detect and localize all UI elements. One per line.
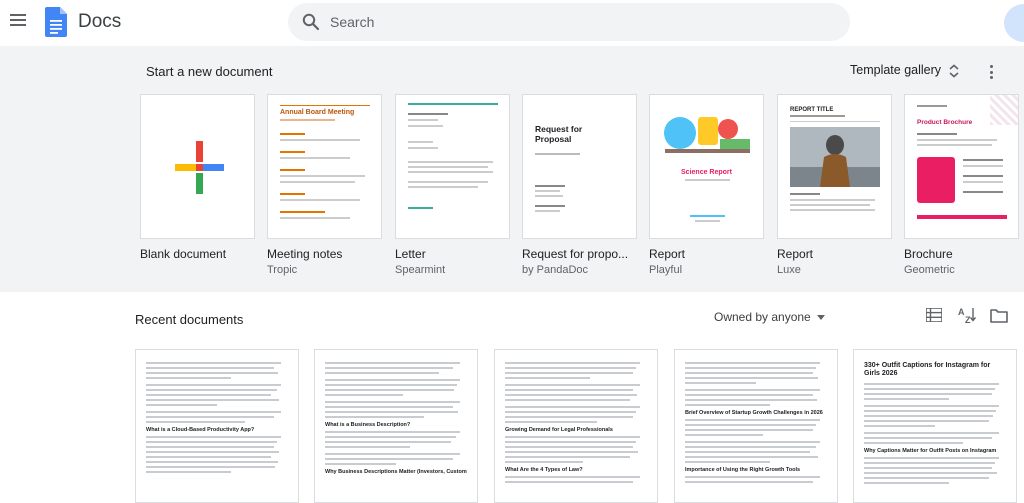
- template-subtitle: Playful: [649, 264, 683, 276]
- document-preview: What is a Business Description? Why Busi…: [315, 350, 477, 475]
- sort-az-icon[interactable]: A Z: [958, 306, 976, 324]
- main-menu-button[interactable]: [10, 13, 28, 29]
- recent-documents-heading: Recent documents: [135, 312, 244, 327]
- template-subtitle: Tropic: [267, 264, 298, 276]
- template-subtitle: Spearmint: [395, 264, 446, 276]
- recent-document-card[interactable]: Growing Demand for Legal Professionals W…: [494, 349, 658, 503]
- template-thumbnail: Science Report: [649, 94, 764, 239]
- thumbnail-heading: Annual Board Meeting: [280, 109, 355, 116]
- document-preview: Growing Demand for Legal Professionals W…: [495, 350, 657, 483]
- recent-document-card[interactable]: 330+ Outfit Captions for Instagram for G…: [853, 349, 1017, 503]
- docs-logo-icon[interactable]: [45, 7, 67, 37]
- search-bar[interactable]: [288, 3, 850, 41]
- list-view-icon[interactable]: [926, 308, 942, 322]
- search-input[interactable]: [330, 3, 830, 41]
- template-name: Letter: [395, 247, 426, 261]
- document-heading: Why Captions Matter for Outfit Posts on …: [864, 447, 997, 454]
- recent-document-card[interactable]: Brief Overview of Startup Growth Challen…: [674, 349, 838, 503]
- document-preview: What is a Cloud-Based Productivity App?: [136, 350, 298, 473]
- template-name: Brochure: [904, 247, 953, 261]
- template-thumbnail: [140, 94, 255, 239]
- document-heading: Brief Overview of Startup Growth Challen…: [685, 410, 823, 416]
- template-report-playful[interactable]: Science Report Report Playful: [649, 94, 764, 276]
- caret-down-icon: [816, 315, 825, 321]
- template-meeting-notes[interactable]: Annual Board Meeting Meeting notes Tropi…: [267, 94, 382, 276]
- document-heading: What is a Cloud-Based Productivity App?: [146, 427, 255, 433]
- template-thumbnail: [395, 94, 510, 239]
- template-name: Report: [777, 247, 814, 261]
- account-avatar[interactable]: [1004, 4, 1024, 42]
- svg-text:Z: Z: [965, 315, 971, 324]
- hamburger-icon: [10, 14, 26, 16]
- recent-document-card[interactable]: What is a Cloud-Based Productivity App?: [135, 349, 299, 503]
- template-request-for-proposal[interactable]: Request for Proposal Request for propo..…: [522, 94, 637, 276]
- unfold-icon[interactable]: [948, 64, 960, 78]
- document-heading: Growing Demand for Legal Professionals: [505, 427, 613, 433]
- document-title: 330+ Outfit Captions for Instagram for G…: [864, 362, 991, 378]
- template-name: Blank document: [140, 247, 227, 261]
- thumbnail-heading: Science Report: [681, 169, 732, 176]
- report-photo: [790, 127, 880, 187]
- thumbnail-heading: Request for Proposal: [535, 124, 583, 144]
- search-icon[interactable]: [302, 13, 320, 31]
- document-preview: 330+ Outfit Captions for Instagram for G…: [854, 350, 1016, 484]
- thumbnail-heading: REPORT TITLE: [790, 107, 834, 113]
- template-letter[interactable]: Letter Spearmint: [395, 94, 510, 276]
- top-bar: Docs: [0, 0, 1024, 46]
- template-thumbnail: Request for Proposal: [522, 94, 637, 239]
- document-heading: Why Business Descriptions Matter (Invest…: [325, 469, 467, 475]
- template-thumbnail: Product Brochure: [904, 94, 1019, 239]
- template-name: Report: [649, 247, 686, 261]
- template-blank-document[interactable]: Blank document: [140, 94, 255, 264]
- document-heading: Importance of Using the Right Growth Too…: [685, 467, 801, 473]
- template-section: Start a new document Template gallery Bl…: [0, 46, 1024, 292]
- template-thumbnail: REPORT TITLE: [777, 94, 892, 239]
- folder-icon[interactable]: [990, 308, 1008, 323]
- template-name: Request for propo...: [522, 247, 629, 261]
- document-preview: Brief Overview of Startup Growth Challen…: [675, 350, 837, 483]
- template-brochure[interactable]: Product Brochure Brochure Geometric: [904, 94, 1019, 276]
- app-title[interactable]: Docs: [78, 11, 121, 33]
- owner-filter-label: Owned by anyone: [714, 310, 811, 324]
- template-gallery-button[interactable]: Template gallery: [850, 63, 941, 77]
- recent-document-card[interactable]: What is a Business Description? Why Busi…: [314, 349, 478, 503]
- svg-text:A: A: [958, 307, 965, 317]
- science-illustration: [664, 117, 750, 153]
- template-subtitle: Luxe: [777, 264, 801, 276]
- template-subtitle: Geometric: [904, 264, 955, 276]
- more-options-icon[interactable]: [987, 64, 997, 80]
- owner-filter-dropdown[interactable]: Owned by anyone: [714, 310, 825, 324]
- start-new-document-heading: Start a new document: [146, 64, 273, 79]
- document-heading: What is a Business Description?: [325, 422, 411, 428]
- template-subtitle: by PandaDoc: [522, 264, 589, 276]
- plus-icon: [175, 141, 224, 194]
- thumbnail-heading: Product Brochure: [917, 119, 973, 126]
- template-name: Meeting notes: [267, 247, 343, 261]
- template-report-luxe[interactable]: REPORT TITLE Report Luxe: [777, 94, 892, 276]
- template-thumbnail: Annual Board Meeting: [267, 94, 382, 239]
- document-heading: What Are the 4 Types of Law?: [505, 467, 583, 473]
